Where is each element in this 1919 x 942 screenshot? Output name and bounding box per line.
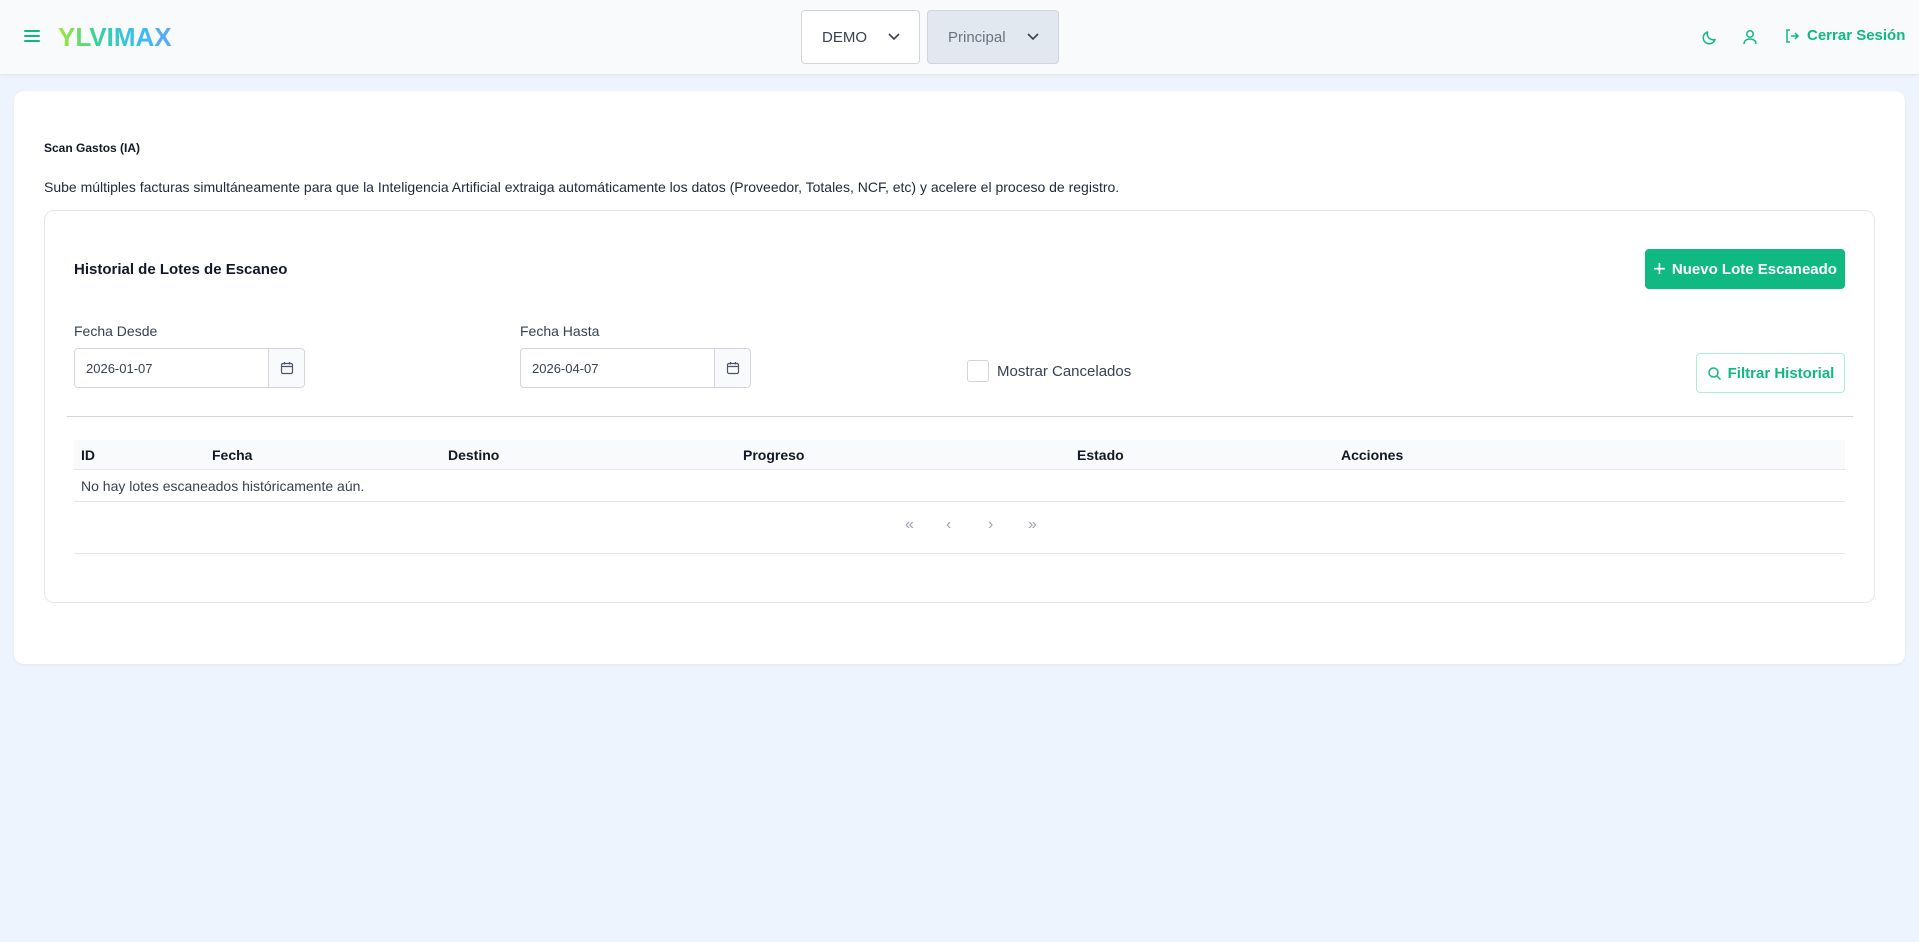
moon-icon[interactable] bbox=[1701, 28, 1719, 46]
date-to-field bbox=[520, 348, 751, 388]
company-select-value: DEMO bbox=[822, 28, 867, 46]
calendar-icon[interactable] bbox=[714, 349, 750, 387]
table-bottom-border bbox=[74, 553, 1845, 554]
filter-history-button[interactable]: Filtrar Historial bbox=[1696, 353, 1845, 393]
first-page-button[interactable]: « bbox=[905, 516, 914, 534]
new-batch-label: Nuevo Lote Escaneado bbox=[1671, 260, 1837, 278]
new-batch-button[interactable]: + Nuevo Lote Escaneado bbox=[1645, 249, 1845, 289]
page-description: Sube múltiples facturas simultáneamente … bbox=[44, 179, 1120, 195]
branch-select[interactable]: Principal bbox=[927, 10, 1059, 64]
show-cancelled-checkbox[interactable] bbox=[967, 360, 989, 382]
history-card: Historial de Lotes de Escaneo + Nuevo Lo… bbox=[44, 210, 1875, 603]
column-header-id[interactable]: ID bbox=[81, 447, 95, 463]
column-header-progreso[interactable]: Progreso bbox=[743, 447, 804, 463]
column-header-fecha[interactable]: Fecha bbox=[212, 447, 252, 463]
calendar-icon[interactable] bbox=[268, 349, 304, 387]
date-to-input[interactable] bbox=[521, 349, 714, 387]
company-select[interactable]: DEMO bbox=[801, 10, 920, 64]
branch-select-value: Principal bbox=[948, 28, 1006, 46]
chevron-down-icon bbox=[1027, 33, 1039, 41]
app-logo[interactable]: YLVIMAX bbox=[58, 22, 172, 53]
column-header-estado[interactable]: Estado bbox=[1077, 447, 1124, 463]
main-card: Scan Gastos (IA) Sube múltiples facturas… bbox=[14, 91, 1905, 664]
show-cancelled-toggle[interactable]: Mostrar Cancelados bbox=[967, 360, 1131, 382]
date-from-label: Fecha Desde bbox=[74, 323, 158, 339]
table-empty-row: No hay lotes escaneados históricamente a… bbox=[74, 470, 1845, 502]
page-title: Scan Gastos (IA) bbox=[44, 141, 141, 155]
filter-history-label: Filtrar Historial bbox=[1727, 364, 1835, 382]
search-icon bbox=[1707, 366, 1721, 380]
divider bbox=[67, 416, 1853, 417]
last-page-button[interactable]: » bbox=[1028, 516, 1037, 534]
user-icon[interactable] bbox=[1741, 28, 1759, 46]
logout-icon bbox=[1786, 28, 1800, 43]
table-header: ID Fecha Destino Progreso Estado Accione… bbox=[74, 440, 1845, 470]
empty-message: No hay lotes escaneados históricamente a… bbox=[81, 478, 365, 494]
date-from-input[interactable] bbox=[75, 349, 268, 387]
show-cancelled-label: Mostrar Cancelados bbox=[997, 362, 1132, 380]
top-navbar: YLVIMAX DEMO Principal Cerrar Sesión bbox=[0, 0, 1919, 75]
history-title: Historial de Lotes de Escaneo bbox=[74, 261, 288, 278]
column-header-destino[interactable]: Destino bbox=[448, 447, 499, 463]
pagination: « ‹ › » bbox=[74, 512, 1845, 542]
column-header-acciones: Acciones bbox=[1341, 447, 1404, 463]
menu-icon[interactable] bbox=[24, 30, 40, 44]
plus-icon: + bbox=[1653, 256, 1666, 281]
logout-label: Cerrar Sesión bbox=[1807, 27, 1906, 44]
date-from-field bbox=[74, 348, 305, 388]
logout-button[interactable]: Cerrar Sesión bbox=[1784, 27, 1905, 44]
next-page-button[interactable]: › bbox=[988, 516, 993, 534]
chevron-down-icon bbox=[888, 33, 900, 41]
prev-page-button[interactable]: ‹ bbox=[946, 516, 951, 534]
date-to-label: Fecha Hasta bbox=[520, 323, 600, 339]
